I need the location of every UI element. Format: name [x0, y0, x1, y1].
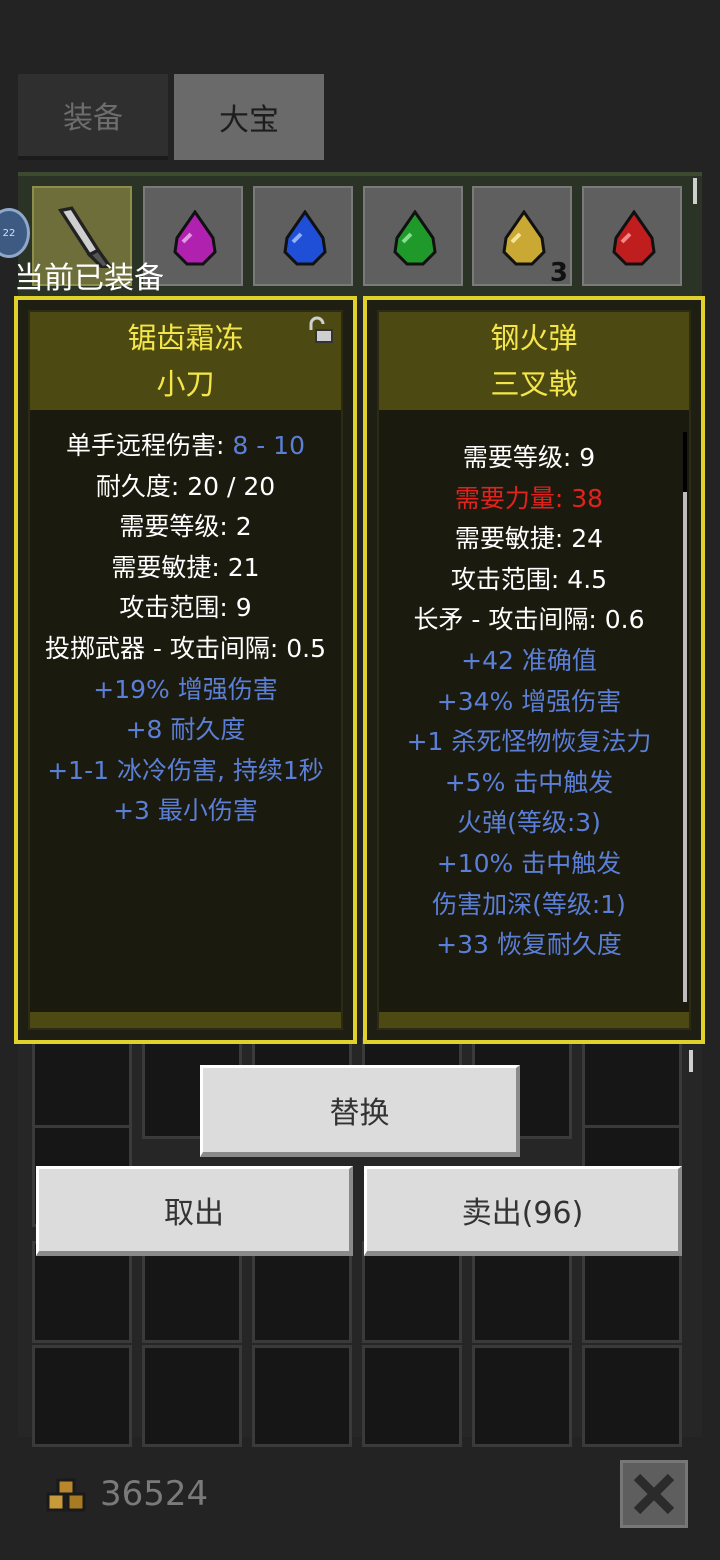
inventory-cell[interactable]: [252, 1241, 352, 1343]
stat-line: 火弹(等级:3): [457, 808, 601, 838]
replace-button[interactable]: 替换: [200, 1065, 520, 1157]
stat-line: +3 最小伤害: [113, 796, 258, 826]
inventory-cell[interactable]: [362, 1241, 462, 1343]
stats-scrollbar[interactable]: [683, 432, 687, 1002]
tab-treasure-label: 大宝: [219, 103, 279, 138]
stat-line: +33 恢复耐久度: [436, 930, 622, 960]
tab-treasure[interactable]: 大宝: [174, 74, 324, 160]
panel-footer: [30, 1012, 341, 1028]
stat-line: +1-1 冰冷伤害, 持续1秒: [47, 755, 324, 785]
gold-icon: [46, 1478, 86, 1512]
stack-count: 3: [549, 258, 568, 288]
inventory-scrollbar[interactable]: [693, 178, 697, 204]
selected-item-name: 钢火弹: [490, 321, 578, 355]
stat-line: +8 耐久度: [125, 715, 246, 745]
selected-item-header: 钢火弹 三叉戟: [379, 312, 689, 410]
equipped-item-type: 小刀: [156, 367, 215, 401]
inventory-cell[interactable]: [362, 1345, 462, 1447]
inventory-slot-green-gem[interactable]: [363, 186, 463, 286]
stat-line: 耐久度: 20 / 20: [95, 471, 276, 501]
stat-line: 需要敏捷: 24: [454, 524, 604, 554]
stat-line: 单手远程伤害: 8 - 10: [65, 431, 305, 460]
selected-item-panel: 钢火弹 三叉戟 需要等级: 9 需要力量: 38 需要敏捷: 24 攻击范围: …: [363, 296, 705, 1044]
inventory-slot-blue-gem[interactable]: [253, 186, 353, 286]
stat-line: 需要等级: 9: [462, 443, 596, 472]
stat-line: +34% 增强伤害: [436, 686, 622, 716]
equipped-item-panel: 锯齿霜冻 小刀 单手远程伤害: 8 - 10 耐久度: 20 / 20 需要等级…: [14, 296, 357, 1044]
inventory-slot-red-gem[interactable]: [582, 186, 682, 286]
stat-line: 攻击范围: 9: [119, 593, 252, 623]
stat-line: 投掷武器 - 攻击间隔: 0.5: [44, 633, 327, 663]
tab-equipment-label: 装备: [63, 101, 123, 136]
equipped-item-inner: 锯齿霜冻 小刀 单手远程伤害: 8 - 10 耐久度: 20 / 20 需要等级…: [28, 310, 343, 1030]
stat-line: 长矛 - 攻击间隔: 0.6: [413, 605, 645, 635]
selected-item-inner: 钢火弹 三叉戟 需要等级: 9 需要力量: 38 需要敏捷: 24 攻击范围: …: [377, 310, 691, 1030]
grid-scrollbar[interactable]: [689, 1050, 693, 1072]
selected-item-type: 三叉戟: [490, 367, 578, 401]
inventory-cell[interactable]: [472, 1241, 572, 1343]
stat-line: 伤害加深(等级:1): [432, 889, 626, 919]
inventory-cell[interactable]: [582, 1345, 682, 1447]
gold-amount: 36524: [100, 1474, 209, 1514]
inventory-cell[interactable]: [582, 1037, 682, 1139]
stat-line: 攻击范围: 4.5: [450, 564, 608, 594]
selected-item-stats: 需要等级: 9 需要力量: 38 需要敏捷: 24 攻击范围: 4.5 长矛 -…: [379, 438, 679, 966]
inventory-cell[interactable]: [582, 1241, 682, 1343]
inventory-cell[interactable]: [142, 1241, 242, 1343]
purple-gem-icon: [173, 210, 217, 266]
stat-line: 需要等级: 2: [119, 512, 252, 542]
inventory-slot-yellow-gem[interactable]: 3: [472, 186, 572, 288]
red-gem-icon: [612, 210, 656, 266]
stat-line: +1 杀死怪物恢复法力: [406, 727, 652, 757]
equipped-item-header: 锯齿霜冻 小刀: [30, 312, 341, 410]
sell-button[interactable]: 卖出(96): [364, 1166, 682, 1256]
close-button[interactable]: [620, 1460, 688, 1528]
stat-line: 需要力量: 38: [454, 483, 604, 513]
stat-line: +42 准确值: [461, 645, 597, 675]
inventory-cell[interactable]: [142, 1345, 242, 1447]
stat-line: +10% 击中触发: [436, 848, 622, 878]
inventory-cell[interactable]: [32, 1345, 132, 1447]
unlock-icon[interactable]: [307, 316, 337, 346]
yellow-gem-icon: [502, 210, 546, 266]
take-out-button[interactable]: 取出: [36, 1166, 353, 1256]
stat-line: +19% 增强伤害: [93, 674, 278, 704]
inventory-cell[interactable]: [252, 1345, 352, 1447]
green-gem-icon: [393, 210, 437, 266]
tab-equipment[interactable]: 装备: [18, 74, 168, 160]
equipped-label: 当前已装备: [14, 261, 164, 296]
inventory-cell[interactable]: [472, 1345, 572, 1447]
stat-line: 需要敏捷: 21: [111, 552, 260, 582]
inventory-cell[interactable]: [32, 1037, 132, 1139]
equipped-item-name: 锯齿霜冻: [127, 321, 244, 355]
close-icon: [633, 1473, 675, 1515]
inventory-cell[interactable]: [32, 1241, 132, 1343]
equipped-item-stats: 单手远程伤害: 8 - 10 耐久度: 20 / 20 需要等级: 2 需要敏捷…: [30, 426, 341, 832]
blue-gem-icon: [283, 210, 327, 266]
panel-footer: [379, 1012, 689, 1028]
stats-scrollbar-thumb[interactable]: [683, 432, 687, 492]
stat-line: +5% 击中触发: [444, 767, 614, 797]
